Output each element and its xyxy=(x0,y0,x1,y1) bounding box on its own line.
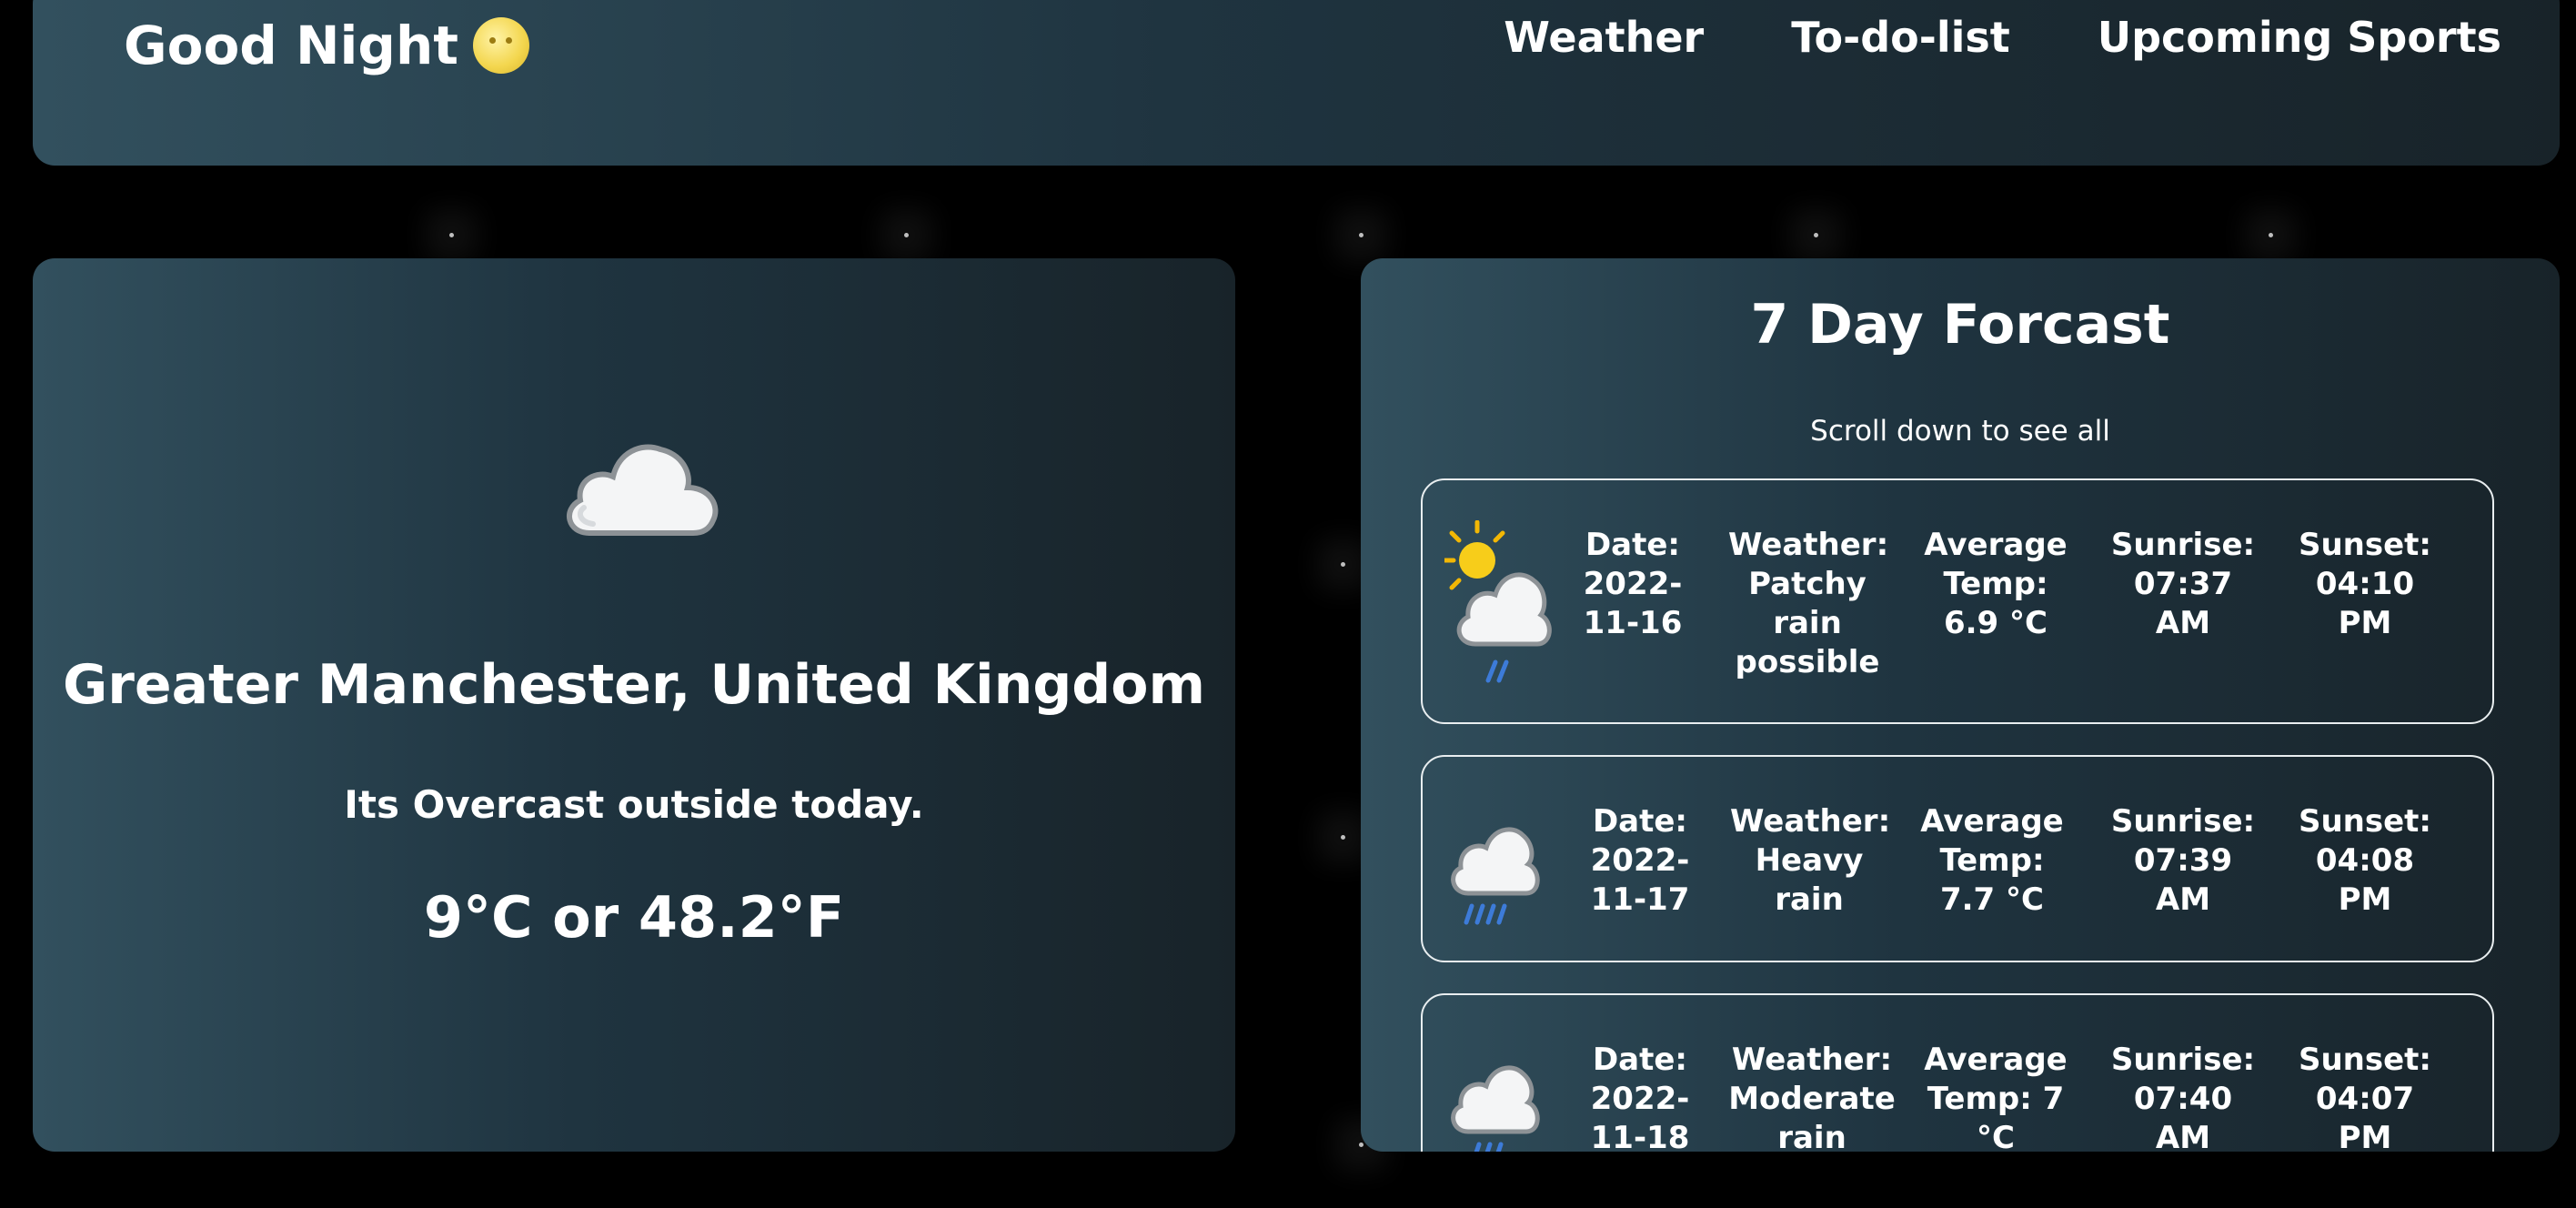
forecast-title: 7 Day Forcast xyxy=(1750,293,2170,357)
background-star xyxy=(2269,233,2273,237)
current-temperature: 9°C or 48.2°F xyxy=(423,884,845,951)
nav-link-upcoming-sports[interactable]: Upcoming Sports xyxy=(2098,13,2501,62)
background-star xyxy=(1814,233,1818,237)
forecast-date: Date: 2022- 11-16 xyxy=(1583,527,1683,641)
background-star xyxy=(449,233,454,237)
scroll-hint: Scroll down to see all xyxy=(1810,415,2110,448)
nav-links: Weather To-do-list Upcoming Sports xyxy=(1504,13,2501,62)
forecast-average-temp: Average Temp: 6.9 °C xyxy=(1924,527,2068,641)
forecast-date: Date: 2022- 11-18 xyxy=(1590,1042,1690,1152)
forecast-card: Date: 2022- 11-18 Weather: Moderate rain… xyxy=(1421,993,2494,1152)
forecast-sunrise: Sunrise: 07:37 AM xyxy=(2110,527,2256,641)
forecast-weather: Weather: Patchy rain possible xyxy=(1728,527,1889,680)
forecast-sunset: Sunset: 04:08 PM xyxy=(2298,803,2432,918)
forecast-sunset: Sunset: 04:10 PM xyxy=(2298,527,2432,641)
page: Good Night Weather To-do-list Upcoming S… xyxy=(0,0,2576,1208)
background-star xyxy=(1359,233,1363,237)
forecast-weather: Weather: Moderate rain xyxy=(1728,1042,1896,1152)
background-star xyxy=(904,233,909,237)
cloud-icon xyxy=(567,444,719,536)
forecast-average-temp: Average Temp: 7 °C xyxy=(1924,1042,2068,1152)
patchy-rain-icon xyxy=(1444,520,1552,683)
moderate-rain-icon xyxy=(1451,1065,1540,1152)
background-star xyxy=(1359,1143,1363,1147)
location-name: Greater Manchester, United Kingdom xyxy=(63,653,1205,717)
forecast-sunrise: Sunrise: 07:39 AM xyxy=(2110,803,2256,918)
top-navbar: Good Night Weather To-do-list Upcoming S… xyxy=(33,0,2560,166)
nav-link-todo-list[interactable]: To-do-list xyxy=(1791,13,2010,62)
nav-link-weather[interactable]: Weather xyxy=(1504,13,1704,62)
weather-description: Its Overcast outside today. xyxy=(344,782,924,827)
moon-face-icon xyxy=(472,17,529,74)
forecast-card: Date: 2022- 11-16 Weather: Patchy rain p… xyxy=(1421,478,2494,724)
forecast-panel[interactable]: 7 Day Forcast Scroll down to see all Dat… xyxy=(1361,258,2560,1152)
forecast-average-temp: Average Temp: 7.7 °C xyxy=(1920,803,2064,918)
background-star xyxy=(1341,562,1345,567)
forecast-sunrise: Sunrise: 07:40 AM xyxy=(2110,1042,2256,1152)
forecast-card: Date: 2022- 11-17 Weather: Heavy rain Av… xyxy=(1421,755,2494,962)
brand: Good Night xyxy=(124,15,529,76)
forecast-sunset: Sunset: 04:07 PM xyxy=(2298,1042,2432,1152)
greeting-text: Good Night xyxy=(124,15,458,76)
current-weather-panel: Greater Manchester, United Kingdom Its O… xyxy=(33,258,1235,1152)
background-star xyxy=(1341,835,1345,840)
heavy-rain-icon xyxy=(1451,827,1540,925)
forecast-weather: Weather: Heavy rain xyxy=(1730,803,1891,918)
forecast-date: Date: 2022- 11-17 xyxy=(1590,803,1690,918)
